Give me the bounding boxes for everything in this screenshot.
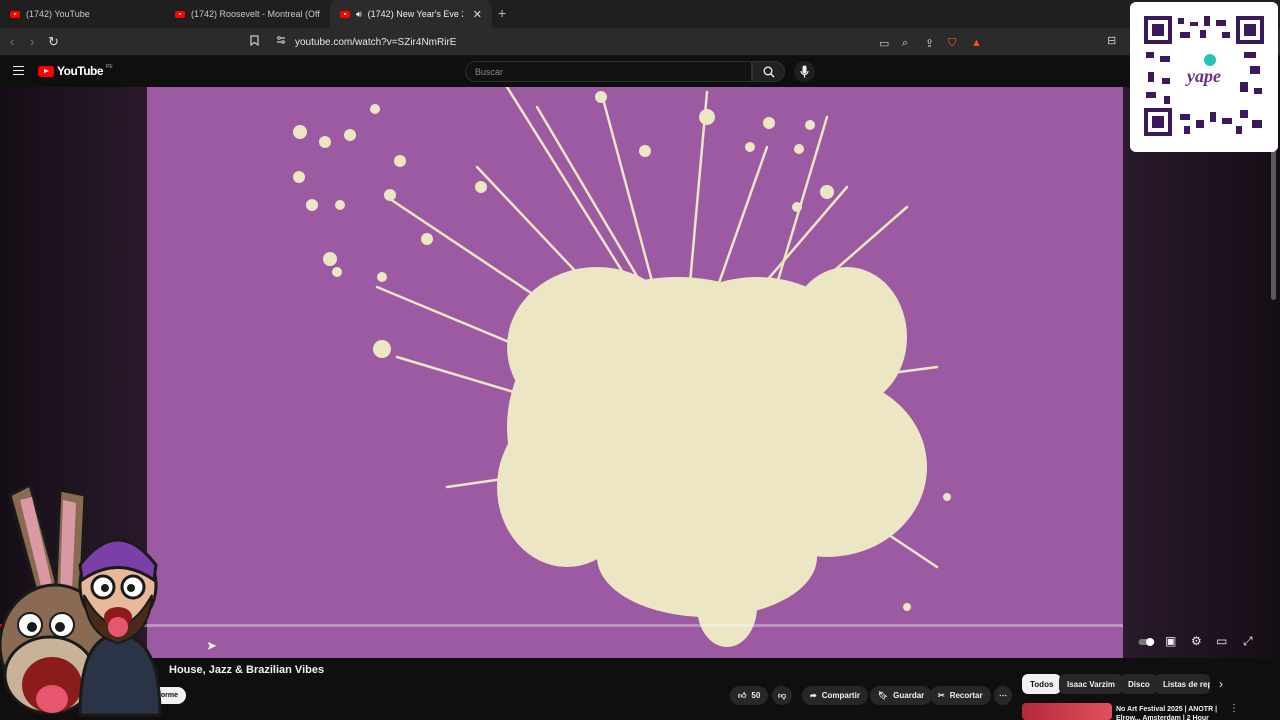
url-text: youtube.com/watch?v=SZir4NmRirE [295,37,457,48]
brave-rewards-icon[interactable]: ▲ [971,37,982,49]
screen: (1742) YouTube (1742) Roosevelt - Montre… [0,0,1280,720]
recommendation-thumbnail[interactable] [1022,703,1112,720]
video-title: House, Jazz & Brazilian Vibes [169,664,325,676]
share-label: Compartir [821,691,860,700]
autoplay-toggle[interactable] [1138,636,1156,650]
qr-code-icon: yape [1144,16,1264,136]
close-tab-icon[interactable]: ✕ [473,8,482,21]
dislike-button[interactable]: 👎︎ [772,686,793,705]
theater-mode-icon[interactable]: ▭ [1216,634,1227,648]
search-button[interactable] [752,61,785,82]
zoom-icon[interactable]: ⌕ [902,37,908,50]
fullscreen-icon[interactable]: ⤢ [1243,634,1253,649]
page-scrollbar[interactable] [1271,150,1276,300]
search-input[interactable]: Buscar [465,61,752,82]
new-tab-icon[interactable]: + [498,5,506,21]
mouse-cursor-icon: ➤ [206,638,217,653]
search-placeholder: Buscar [475,67,504,77]
recommendation-title[interactable]: No Art Festival 2025 | ANOTR | Elrow... … [1116,705,1226,720]
share-arrow-icon: ➦ [810,691,817,700]
svg-text:yape: yape [1185,66,1221,86]
youtube-logo-icon [38,65,54,77]
share-button[interactable]: ➦ Compartir [802,686,868,705]
browser-tab-bar: (1742) YouTube (1742) Roosevelt - Montre… [0,0,1280,28]
logo-country: PE [106,64,113,70]
logo-text: YouTube [57,64,104,78]
chip-todos[interactable]: Todos [1022,674,1062,694]
menu-icon[interactable] [13,66,24,75]
forward-icon[interactable]: › [30,34,34,49]
thumbs-down-icon: 👎︎ [778,690,787,700]
bookmark-icon[interactable] [250,35,259,49]
like-button[interactable]: 👍︎ 50 [730,686,769,705]
tab-new-years-eve[interactable]: 🔊︎ (1742) New Year's Eve 2026: D ✕ [330,0,492,28]
youtube-logo[interactable]: YouTube PE [38,64,113,78]
reload-icon[interactable]: ↻ [48,34,59,50]
save-label: Guardar [893,691,925,700]
back-icon[interactable]: ‹ [10,34,14,49]
like-count: 50 [751,691,761,700]
chip-listas[interactable]: Listas de rep [1155,674,1210,694]
tab-title: (1742) Roosevelt - Montreal (Official [191,9,320,19]
video-player[interactable] [147,87,1123,658]
clip-label: Recortar [949,691,983,700]
chip-disco[interactable]: Disco [1120,674,1158,694]
voice-search-button[interactable] [794,61,815,82]
youtube-header: YouTube PE Buscar [0,56,1280,87]
tab-roosevelt[interactable]: (1742) Roosevelt - Montreal (Official [165,0,330,28]
tab-youtube-home[interactable]: (1742) YouTube [0,0,165,28]
chip-label: Isaac Varzim [1067,679,1116,689]
clip-button[interactable]: ✂ Recortar [930,686,991,705]
save-button[interactable]: 🔖︎ Guardar [870,686,933,705]
thumbs-up-icon: 👍︎ [738,690,747,700]
browser-toolbar: ‹ › ↻ youtube.com/watch?v=SZir4NmRirE ▭ … [0,28,1280,56]
sidebar-toggle-icon[interactable]: ⊟ [1107,34,1116,47]
streamer-mascot-illustration [0,482,170,720]
yape-qr-code: yape [1130,2,1278,152]
settings-gear-icon[interactable]: ⚙ [1191,634,1202,648]
chip-label: Todos [1030,679,1054,689]
paint-splash-graphic [293,87,951,647]
more-actions-button[interactable]: ⋯ [994,686,1012,705]
subtitles-icon[interactable]: ▣ [1165,634,1176,648]
chip-label: Disco [1128,679,1150,689]
chip-label: Listas de rep [1163,679,1210,689]
youtube-favicon-icon [175,10,185,18]
search-icon [763,66,775,78]
audio-playing-icon[interactable]: 🔊︎ [356,9,362,20]
microphone-icon [800,65,809,78]
youtube-favicon-icon [340,10,350,18]
chevron-right-icon[interactable]: › [1219,677,1223,691]
site-info-icon[interactable] [276,35,286,48]
save-bookmark-icon: 🔖︎ [878,691,889,700]
youtube-favicon-icon [10,10,20,18]
brave-shield-icon[interactable]: ⛉ [948,37,956,50]
chip-isaac-varzim[interactable]: Isaac Varzim [1059,674,1124,694]
tab-title: (1742) YouTube [26,9,90,19]
address-bar[interactable]: youtube.com/watch?v=SZir4NmRirE ▭ ⌕ ⇪ ⛉ … [246,31,990,53]
ambient-right [1123,87,1280,658]
tab-title: (1742) New Year's Eve 2026: D [367,9,463,19]
scissors-icon: ✂ [938,691,945,700]
share-icon[interactable]: ⇪ [925,37,934,50]
more-icon: ⋯ [999,691,1007,700]
recommendation-menu-icon[interactable]: ⋮ [1229,703,1239,714]
cast-icon[interactable]: ▭ [879,37,889,50]
